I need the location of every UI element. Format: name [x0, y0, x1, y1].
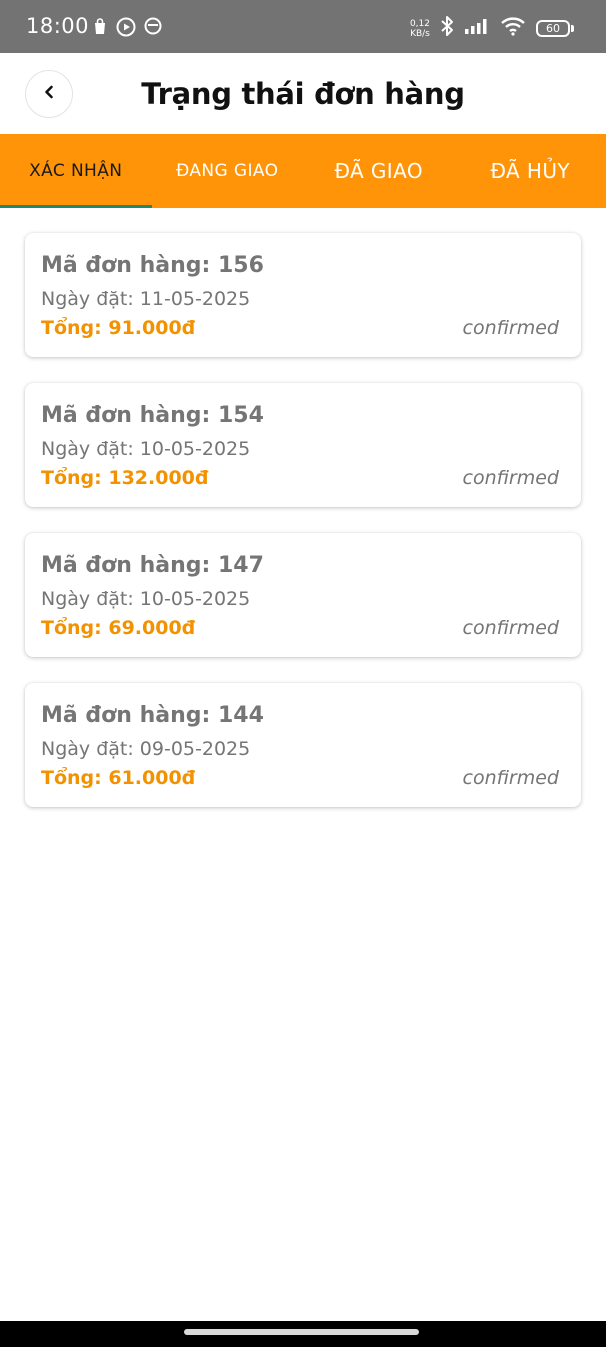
tab-shipping[interactable]: ĐANG GIAO	[152, 134, 304, 208]
battery-indicator: 60	[536, 20, 574, 37]
order-total: Tổng: 132.000đ	[41, 467, 209, 489]
net-speed-value: 0,12	[409, 18, 430, 29]
order-id: Mã đơn hàng: 147	[41, 553, 264, 578]
bluetooth-icon	[440, 15, 454, 42]
tab-cancelled[interactable]: ĐÃ HỦY	[455, 134, 606, 208]
order-status: confirmed	[462, 317, 559, 339]
order-total: Tổng: 61.000đ	[41, 767, 196, 789]
order-card[interactable]: Mã đơn hàng: 147 Ngày đặt: 10-05-2025 Tổ…	[25, 533, 581, 657]
status-notification-icons	[92, 17, 162, 42]
order-date: Ngày đặt: 10-05-2025	[41, 588, 251, 610]
shopping-bag-icon	[92, 17, 108, 42]
order-date: Ngày đặt: 11-05-2025	[41, 288, 251, 310]
order-date: Ngày đặt: 10-05-2025	[41, 438, 251, 460]
order-id: Mã đơn hàng: 156	[41, 253, 264, 278]
order-card[interactable]: Mã đơn hàng: 154 Ngày đặt: 10-05-2025 Tổ…	[25, 383, 581, 507]
play-circle-icon	[116, 17, 136, 42]
order-list: Mã đơn hàng: 156 Ngày đặt: 11-05-2025 Tổ…	[25, 233, 581, 833]
status-system-icons: 0,12 KB/s 60	[410, 15, 574, 42]
tab-confirmed[interactable]: XÁC NHẬN	[0, 134, 152, 208]
wifi-icon	[500, 16, 526, 41]
order-status: confirmed	[462, 617, 559, 639]
app-header: Trạng thái đơn hàng	[0, 53, 606, 134]
order-card[interactable]: Mã đơn hàng: 144 Ngày đặt: 09-05-2025 Tổ…	[25, 683, 581, 807]
order-total: Tổng: 69.000đ	[41, 617, 196, 639]
order-status-screen: 18:00 0,12 KB/s 60 Trạng thái đơn hàng X…	[0, 0, 606, 1347]
order-status-tabs: XÁC NHẬN ĐANG GIAO ĐÃ GIAO ĐÃ HỦY	[0, 134, 606, 208]
order-date: Ngày đặt: 09-05-2025	[41, 738, 251, 760]
order-id: Mã đơn hàng: 154	[41, 403, 264, 428]
order-card[interactable]: Mã đơn hàng: 156 Ngày đặt: 11-05-2025 Tổ…	[25, 233, 581, 357]
app-face-icon	[144, 17, 162, 42]
status-bar: 18:00 0,12 KB/s 60	[0, 0, 606, 53]
net-speed-unit: KB/s	[410, 28, 430, 39]
order-status: confirmed	[462, 467, 559, 489]
signal-icon	[464, 17, 490, 40]
order-status: confirmed	[462, 767, 559, 789]
net-speed: 0,12 KB/s	[410, 19, 430, 39]
order-id: Mã đơn hàng: 144	[41, 703, 264, 728]
status-time: 18:00	[26, 14, 90, 38]
order-total: Tổng: 91.000đ	[41, 317, 196, 339]
tab-delivered[interactable]: ĐÃ GIAO	[303, 134, 455, 208]
page-title: Trạng thái đơn hàng	[141, 77, 465, 111]
home-indicator[interactable]	[184, 1329, 419, 1335]
system-nav-bar	[0, 1321, 606, 1347]
